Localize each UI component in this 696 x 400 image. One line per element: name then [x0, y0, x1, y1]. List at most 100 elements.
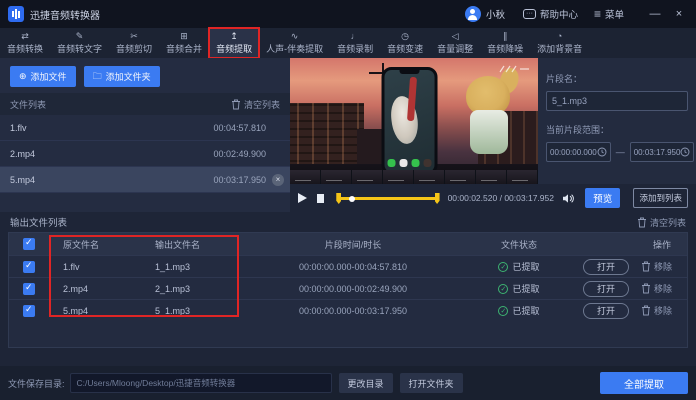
- remove-file-icon[interactable]: ×: [272, 174, 284, 186]
- trim-handle-end[interactable]: [435, 193, 440, 204]
- close-button[interactable]: ×: [670, 8, 688, 20]
- speaker-icon: [562, 193, 575, 204]
- tab-audio-to-text[interactable]: ✎ 音频转文字: [50, 28, 109, 58]
- tab-volume-adjust[interactable]: ◁ 音量调整: [430, 28, 480, 58]
- file-row-selected[interactable]: 5.mp4 00:03:17.950 ×: [0, 167, 290, 193]
- app-logo-icon: [8, 6, 24, 22]
- file-list-title: 文件列表: [10, 98, 46, 111]
- clear-file-list-button[interactable]: 清空列表: [231, 98, 280, 111]
- row-checkbox[interactable]: [23, 283, 35, 295]
- add-folder-button[interactable]: 🗀 添加文件夹: [84, 66, 160, 87]
- video-preview[interactable]: [290, 58, 538, 184]
- menu-button[interactable]: ≡ 菜单: [594, 7, 624, 21]
- tab-audio-record[interactable]: ♩ 音频录制: [330, 28, 380, 58]
- output-row: 2.mp4 2_1.mp3 00:00:00.000-00:02:49.900 …: [9, 277, 687, 299]
- tab-audio-convert[interactable]: ⇄ 音频转换: [0, 28, 50, 58]
- select-all-checkbox[interactable]: [23, 238, 35, 250]
- output-table: 原文件名 输出文件名 片段时间/时长 文件状态 操作 1.flv 1_1.mp3…: [8, 232, 688, 348]
- save-dir-label: 文件保存目录:: [8, 377, 65, 390]
- audio-convert-icon: ⇄: [21, 32, 29, 41]
- file-row[interactable]: 2.mp4 00:02:49.900: [0, 141, 290, 167]
- stop-button[interactable]: [317, 194, 324, 203]
- row-checkbox[interactable]: [23, 305, 35, 317]
- audio-merge-icon: ⊞: [180, 32, 188, 41]
- titlebar: 迅捷音频转换器 小秋 ··· 帮助中心 ≡ 菜单 — ×: [0, 0, 696, 28]
- tab-vocal-separation[interactable]: ∿ 人声-伴奏提取: [259, 28, 330, 58]
- remove-button[interactable]: 移除: [641, 282, 672, 295]
- tab-add-background-audio[interactable]: ◔ 添加背景音: [530, 28, 589, 58]
- file-row[interactable]: 1.flv 00:04:57.810: [0, 115, 290, 141]
- clock-icon: [680, 147, 690, 157]
- play-button[interactable]: [298, 193, 307, 203]
- output-list-title: 输出文件列表: [10, 215, 67, 229]
- volume-button[interactable]: [562, 193, 575, 204]
- trash-icon: [637, 217, 647, 228]
- watermark: [498, 63, 532, 75]
- tab-audio-cut[interactable]: ✂ 音频剪切: [109, 28, 159, 58]
- open-folder-button[interactable]: 打开文件夹: [400, 373, 463, 393]
- minimize-button[interactable]: —: [646, 8, 664, 20]
- segment-panel: 片段名： 5_1.mp3 当前片段范围： 00:00:00.000 — 00:0…: [538, 58, 696, 184]
- tab-audio-denoise[interactable]: ∥ 音频降噪: [480, 28, 530, 58]
- user-avatar[interactable]: [465, 6, 481, 22]
- extract-all-button[interactable]: 全部提取: [600, 372, 688, 394]
- menu-label: 菜单: [605, 7, 624, 21]
- footer-bar: 文件保存目录: C:/Users/Mloong/Desktop/迅捷音频转换器 …: [0, 366, 696, 400]
- remove-button[interactable]: 移除: [641, 260, 672, 273]
- row-checkbox[interactable]: [23, 261, 35, 273]
- help-center-button[interactable]: ··· 帮助中心: [523, 7, 578, 21]
- trim-slider[interactable]: [336, 191, 439, 205]
- menu-icon: ≡: [594, 7, 601, 21]
- clock-icon: [597, 147, 607, 157]
- tab-audio-extract[interactable]: ↥ 音频提取: [209, 28, 259, 58]
- segment-name-input[interactable]: 5_1.mp3: [546, 91, 688, 111]
- output-section: 输出文件列表 清空列表 原文件名 输出文件名 片段时间/时长 文件状态 操作 1…: [0, 212, 696, 348]
- tab-audio-speed[interactable]: ◷ 音频变速: [380, 28, 430, 58]
- trash-icon: [641, 305, 651, 316]
- help-center-label: 帮助中心: [540, 7, 578, 21]
- volume-adjust-icon: ◁: [452, 32, 459, 41]
- add-file-button[interactable]: ⊕ 添加文件: [10, 66, 76, 87]
- filmstrip: [290, 170, 538, 184]
- audio-record-icon: ♩: [351, 32, 360, 41]
- remove-button[interactable]: 移除: [641, 304, 672, 317]
- vocal-separation-icon: ∿: [291, 32, 299, 41]
- preview-button[interactable]: 预览: [585, 188, 621, 208]
- trim-handle-start[interactable]: [336, 193, 341, 204]
- feature-tabbar: ⇄ 音频转换 ✎ 音频转文字 ✂ 音频剪切 ⊞ 音频合并 ↥ 音频提取 ∿ 人声…: [0, 28, 696, 58]
- audio-speed-icon: ◷: [401, 32, 409, 41]
- help-bubble-icon: ···: [523, 9, 536, 19]
- range-start-input[interactable]: 00:00:00.000: [546, 142, 611, 162]
- open-button[interactable]: 打开: [583, 303, 629, 319]
- status-success-icon: ✓: [498, 262, 508, 272]
- video-art-character: [464, 76, 512, 154]
- audio-denoise-icon: ∥: [503, 32, 508, 41]
- trash-icon: [231, 99, 241, 110]
- player-controls: 00:00:02.520 / 00:03:17.952 预览 添加到列表: [290, 184, 696, 212]
- add-background-audio-icon: ◔: [557, 32, 562, 41]
- playhead[interactable]: [349, 196, 355, 202]
- clear-output-list-button[interactable]: 清空列表: [637, 216, 686, 229]
- add-to-list-button[interactable]: 添加到列表: [633, 188, 688, 208]
- audio-extract-icon: ↥: [230, 32, 238, 41]
- change-dir-button[interactable]: 更改目录: [339, 373, 393, 393]
- open-button[interactable]: 打开: [583, 281, 629, 297]
- segment-range-label: 当前片段范围：: [546, 123, 688, 136]
- app-title: 迅捷音频转换器: [30, 7, 100, 22]
- time-display: 00:00:02.520 / 00:03:17.952: [448, 193, 554, 203]
- save-dir-input[interactable]: C:/Users/Mloong/Desktop/迅捷音频转换器: [70, 373, 332, 393]
- video-art-phone: [382, 67, 438, 175]
- open-button[interactable]: 打开: [583, 259, 629, 275]
- audio-to-text-icon: ✎: [76, 32, 84, 41]
- trash-icon: [641, 261, 651, 272]
- folder-icon: 🗀: [93, 72, 102, 81]
- source-file-panel: ⊕ 添加文件 🗀 添加文件夹 文件列表 清空列表 1.flv 00:04:57.…: [0, 58, 290, 212]
- tab-audio-merge[interactable]: ⊞ 音频合并: [159, 28, 209, 58]
- user-name[interactable]: 小秋: [486, 7, 505, 21]
- output-row: 5.mp4 5_1.mp3 00:00:00.000-00:03:17.950 …: [9, 299, 687, 321]
- range-dash: —: [616, 147, 625, 157]
- status-success-icon: ✓: [498, 306, 508, 316]
- range-end-input[interactable]: 00:03:17.950: [630, 142, 695, 162]
- audio-cut-icon: ✂: [130, 32, 138, 41]
- trash-icon: [641, 283, 651, 294]
